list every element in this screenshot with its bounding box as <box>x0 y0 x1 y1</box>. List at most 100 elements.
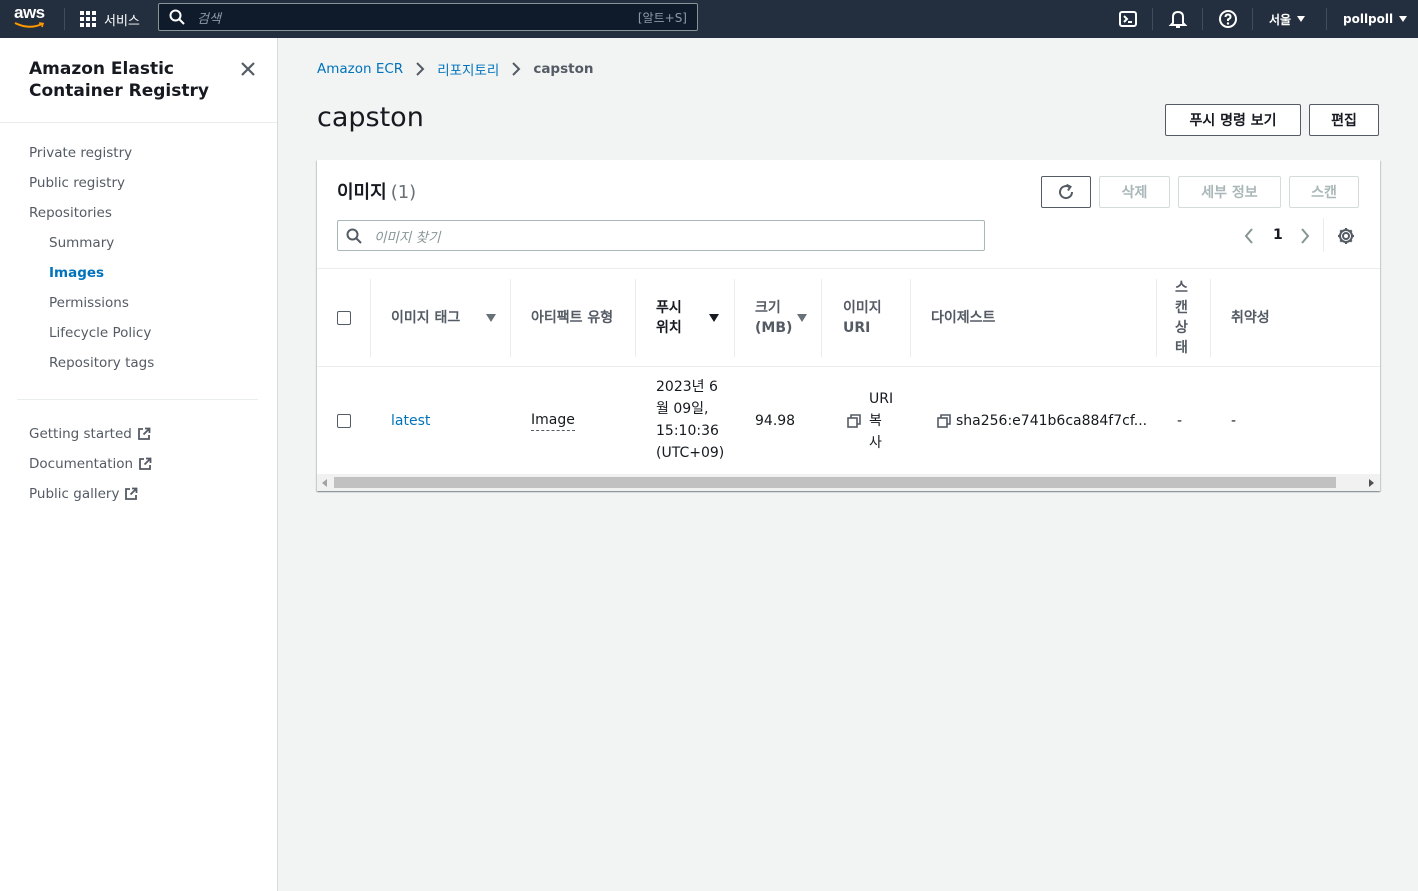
sidebar-item-summary[interactable]: Summary <box>49 235 114 251</box>
cloudshell-icon[interactable] <box>1118 9 1138 29</box>
row-checkbox[interactable] <box>337 414 351 428</box>
settings-gear-icon[interactable] <box>1337 227 1355 245</box>
column-header-image-tag[interactable]: 이미지 태그 <box>391 269 501 366</box>
image-tag-link[interactable]: latest <box>391 410 430 432</box>
external-link-icon <box>137 427 151 440</box>
select-all-checkbox[interactable] <box>337 311 351 325</box>
sidebar-item-repository-tags[interactable]: Repository tags <box>49 355 154 371</box>
aws-logo[interactable]: aws <box>14 4 48 33</box>
toolbar-divider <box>1323 218 1324 252</box>
sidebar-link-label: Public gallery <box>29 486 120 502</box>
column-header-artifact-type[interactable]: 아티팩트 유형 <box>531 269 617 366</box>
column-separator <box>910 279 911 357</box>
service-title[interactable]: Amazon Elastic Container Registry <box>29 58 229 102</box>
services-menu-button[interactable]: 서비스 <box>80 0 140 38</box>
refresh-icon <box>1059 183 1074 200</box>
images-count: (1) <box>390 182 417 203</box>
nav-divider <box>1326 8 1327 30</box>
column-separator <box>821 279 822 357</box>
search-icon <box>346 228 362 244</box>
sort-descending-icon[interactable] <box>709 314 719 322</box>
sidebar-divider <box>0 122 277 123</box>
account-menu[interactable]: pollpoll <box>1343 0 1408 38</box>
page-title: capston <box>317 102 424 133</box>
sidebar-item-permissions[interactable]: Permissions <box>49 295 129 311</box>
external-link-icon <box>139 457 152 470</box>
top-navigation: aws 서비스 검색 [알트+S] 서울 pollpoll <box>0 0 1418 38</box>
sort-icon[interactable] <box>797 314 807 322</box>
scroll-right-arrow-icon[interactable] <box>1369 479 1374 487</box>
table-row: latest Image 2023년 6월 09일, 15:10:36 (UTC… <box>317 367 1380 474</box>
external-link-icon <box>125 487 138 500</box>
current-page-number[interactable]: 1 <box>1273 227 1283 243</box>
table-header: 이미지 태그 아티팩트 유형 푸시 위치 크기 (MB) 이미지 URI 다이제… <box>317 268 1380 367</box>
column-header-label: 스캔 상태 <box>1175 279 1188 356</box>
region-selector[interactable]: 서울 <box>1269 0 1306 38</box>
column-header-label: 크기 (MB) <box>755 299 793 336</box>
sidebar-link-label: Getting started <box>29 426 132 442</box>
help-icon[interactable] <box>1218 9 1238 29</box>
sidebar-link-getting-started[interactable]: Getting started <box>29 426 151 442</box>
scroll-left-arrow-icon[interactable] <box>322 479 327 487</box>
sidebar-item-private-registry[interactable]: Private registry <box>29 145 132 161</box>
side-navigation: Amazon Elastic Container Registry Privat… <box>0 38 278 891</box>
view-push-commands-button[interactable]: 푸시 명령 보기 <box>1165 104 1301 136</box>
column-separator <box>370 279 371 357</box>
images-panel-title: 이미지 (1) <box>337 178 416 204</box>
global-search-input[interactable]: 검색 [알트+S] <box>158 3 698 31</box>
search-icon <box>169 9 185 25</box>
scrollbar-thumb[interactable] <box>334 477 1336 488</box>
breadcrumb-amazon-ecr[interactable]: Amazon ECR <box>317 61 403 77</box>
artifact-type-value[interactable]: Image <box>531 410 575 431</box>
previous-page-icon[interactable] <box>1243 227 1255 245</box>
column-header-digest: 다이제스트 <box>931 269 1051 366</box>
size-value: 94.98 <box>755 413 796 429</box>
copy-icon <box>937 414 951 428</box>
sidebar-item-images[interactable]: Images <box>49 265 104 281</box>
nav-divider <box>1152 8 1153 30</box>
nav-divider <box>64 8 65 30</box>
column-separator <box>510 279 511 357</box>
image-search-input[interactable]: 이미지 찾기 <box>337 220 985 251</box>
digest-value: sha256:e741b6ca884f7cf... <box>956 413 1148 429</box>
images-table-container: 이미지 (1) 삭제 세부 정보 스캔 이미지 찾기 1 이미지 태그 아티팩트… <box>317 160 1380 491</box>
next-page-icon[interactable] <box>1299 227 1311 245</box>
delete-button[interactable]: 삭제 <box>1099 176 1170 208</box>
sidebar-link-public-gallery[interactable]: Public gallery <box>29 486 138 502</box>
column-separator <box>635 279 636 357</box>
breadcrumb-current: capston <box>533 61 594 77</box>
sidebar-item-public-registry[interactable]: Public registry <box>29 175 125 191</box>
horizontal-scrollbar[interactable] <box>317 474 1380 491</box>
column-header-label: 푸시 위치 <box>656 299 682 336</box>
sidebar-divider <box>17 399 258 400</box>
services-label: 서비스 <box>104 13 140 29</box>
column-header-label: 취약성 <box>1231 309 1270 326</box>
copy-uri-button[interactable]: URI 복사 <box>847 388 893 454</box>
region-label: 서울 <box>1269 12 1292 27</box>
details-button[interactable]: 세부 정보 <box>1178 176 1281 208</box>
search-shortcut-hint: [알트+S] <box>637 10 687 25</box>
aws-smile-icon <box>14 22 45 28</box>
column-header-pushed-at[interactable]: 푸시 위치 <box>656 269 692 366</box>
breadcrumb-repositories[interactable]: 리포지토리 <box>437 59 499 79</box>
notifications-bell-icon[interactable] <box>1168 9 1188 29</box>
search-placeholder: 검색 <box>197 11 221 27</box>
scan-status-value: - <box>1177 413 1183 429</box>
sidebar-item-repositories[interactable]: Repositories <box>29 205 112 221</box>
column-header-label: 이미지 태그 <box>391 309 461 326</box>
sort-icon[interactable] <box>486 314 496 322</box>
column-header-label: 이미지 URI <box>843 299 882 336</box>
copy-digest-button[interactable]: sha256:e741b6ca884f7cf... <box>937 410 1147 432</box>
copy-icon <box>847 414 861 428</box>
column-header-vulnerabilities: 취약성 <box>1231 269 1311 366</box>
scan-button[interactable]: 스캔 <box>1289 176 1359 208</box>
sidebar-item-lifecycle-policy[interactable]: Lifecycle Policy <box>49 325 151 341</box>
nav-divider <box>1252 8 1253 30</box>
chevron-down-icon <box>1399 16 1408 22</box>
edit-button[interactable]: 편집 <box>1309 104 1379 136</box>
sidebar-link-documentation[interactable]: Documentation <box>29 456 152 472</box>
close-icon[interactable] <box>238 59 258 79</box>
chevron-down-icon <box>1297 16 1306 22</box>
refresh-button[interactable] <box>1041 176 1091 208</box>
column-header-size[interactable]: 크기 (MB) <box>755 269 795 366</box>
